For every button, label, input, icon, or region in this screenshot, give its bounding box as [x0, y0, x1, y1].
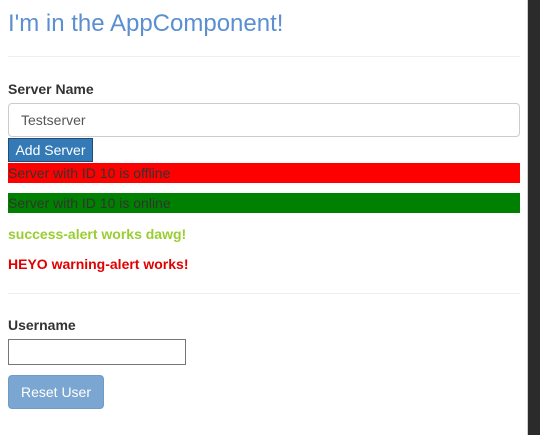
page-title: I'm in the AppComponent! — [8, 10, 284, 37]
dark-window-edge — [528, 0, 540, 435]
top-divider — [8, 56, 520, 57]
success-alert: success-alert works dawg! — [8, 226, 187, 242]
add-server-button[interactable]: Add Server — [8, 138, 93, 162]
app-page: I'm in the AppComponent! Server Name Add… — [0, 0, 528, 435]
server-name-input[interactable] — [8, 103, 520, 137]
username-input[interactable] — [8, 339, 186, 365]
server-status-online: Server with ID 10 is online — [8, 193, 520, 213]
username-label: Username — [8, 317, 76, 333]
server-status-offline: Server with ID 10 is offline — [8, 163, 520, 183]
middle-divider — [8, 293, 520, 294]
warning-alert: HEYO warning-alert works! — [8, 256, 189, 272]
server-name-label: Server Name — [8, 81, 94, 97]
reset-user-button[interactable]: Reset User — [8, 375, 104, 409]
